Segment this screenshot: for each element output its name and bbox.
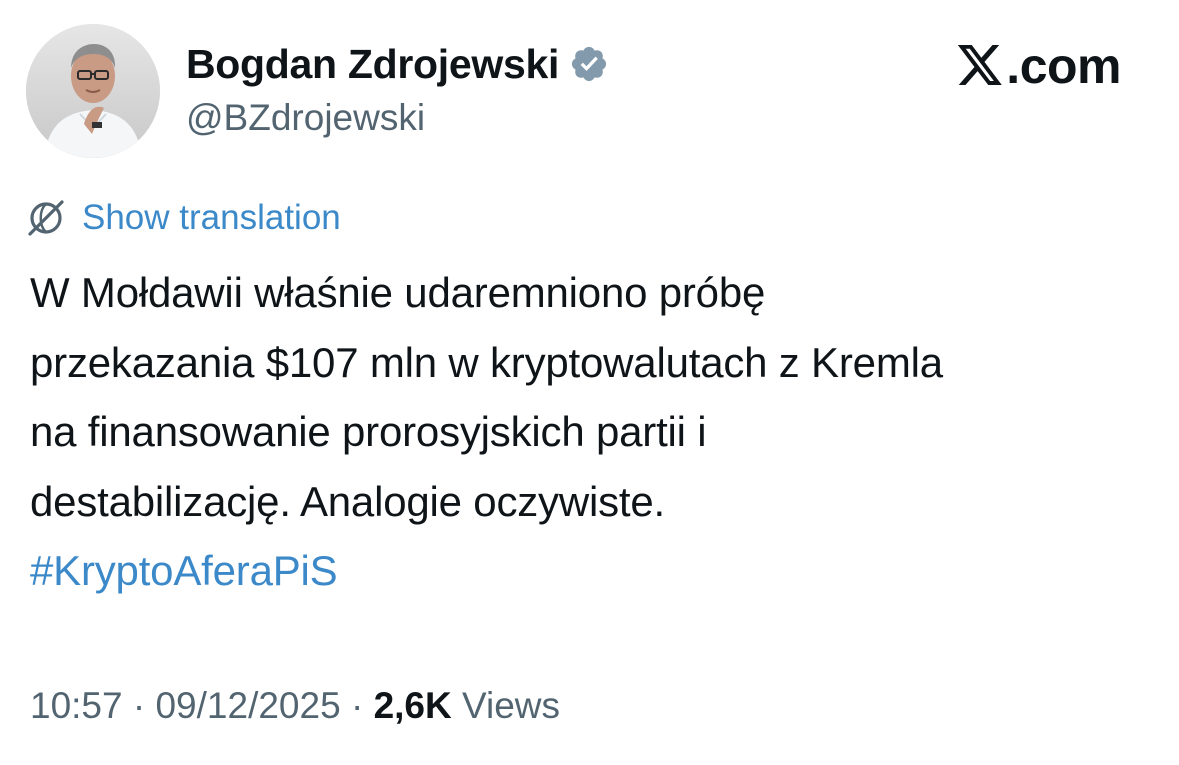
verified-badge-icon[interactable] <box>569 44 609 84</box>
show-translation-button[interactable]: Show translation <box>24 196 341 240</box>
meta-separator: · <box>350 685 364 726</box>
views-label[interactable]: Views <box>462 685 560 726</box>
author-display-name[interactable]: Bogdan Zdrojewski <box>186 38 559 90</box>
tweet-text: W Mołdawii właśnie udaremniono próbę prz… <box>30 258 1160 606</box>
author-display-name-row[interactable]: Bogdan Zdrojewski <box>186 38 609 90</box>
brand-domain-label: .com <box>1006 38 1121 94</box>
hashtag-link[interactable]: #KryptoAferaPiS <box>30 536 1160 606</box>
show-translation-label[interactable]: Show translation <box>82 196 341 240</box>
avatar-photo <box>26 24 160 158</box>
tweet-text-line: na finansowanie prorosyjskich partii i <box>30 408 707 455</box>
tweet-meta: 10:57 · 09/12/2025 · 2,6K Views <box>30 682 560 730</box>
tweet-time[interactable]: 10:57 <box>30 685 123 726</box>
tweet-text-line: destabilizację. Analogie oczywiste. <box>30 477 666 525</box>
x-logo-icon <box>956 43 1004 89</box>
avatar[interactable] <box>26 24 160 158</box>
brand-logo: .com <box>956 38 1121 94</box>
views-count[interactable]: 2,6K <box>374 685 452 726</box>
tweet-text-line: przekazania $107 mln w kryptowalutach z … <box>30 338 943 386</box>
tweet-date[interactable]: 09/12/2025 <box>155 685 340 726</box>
author-handle[interactable]: @BZdrojewski <box>186 95 425 141</box>
tweet-text-line: W Mołdawii właśnie udaremniono próbę <box>30 269 766 316</box>
meta-separator: · <box>132 685 146 726</box>
globe-icon <box>24 196 68 240</box>
